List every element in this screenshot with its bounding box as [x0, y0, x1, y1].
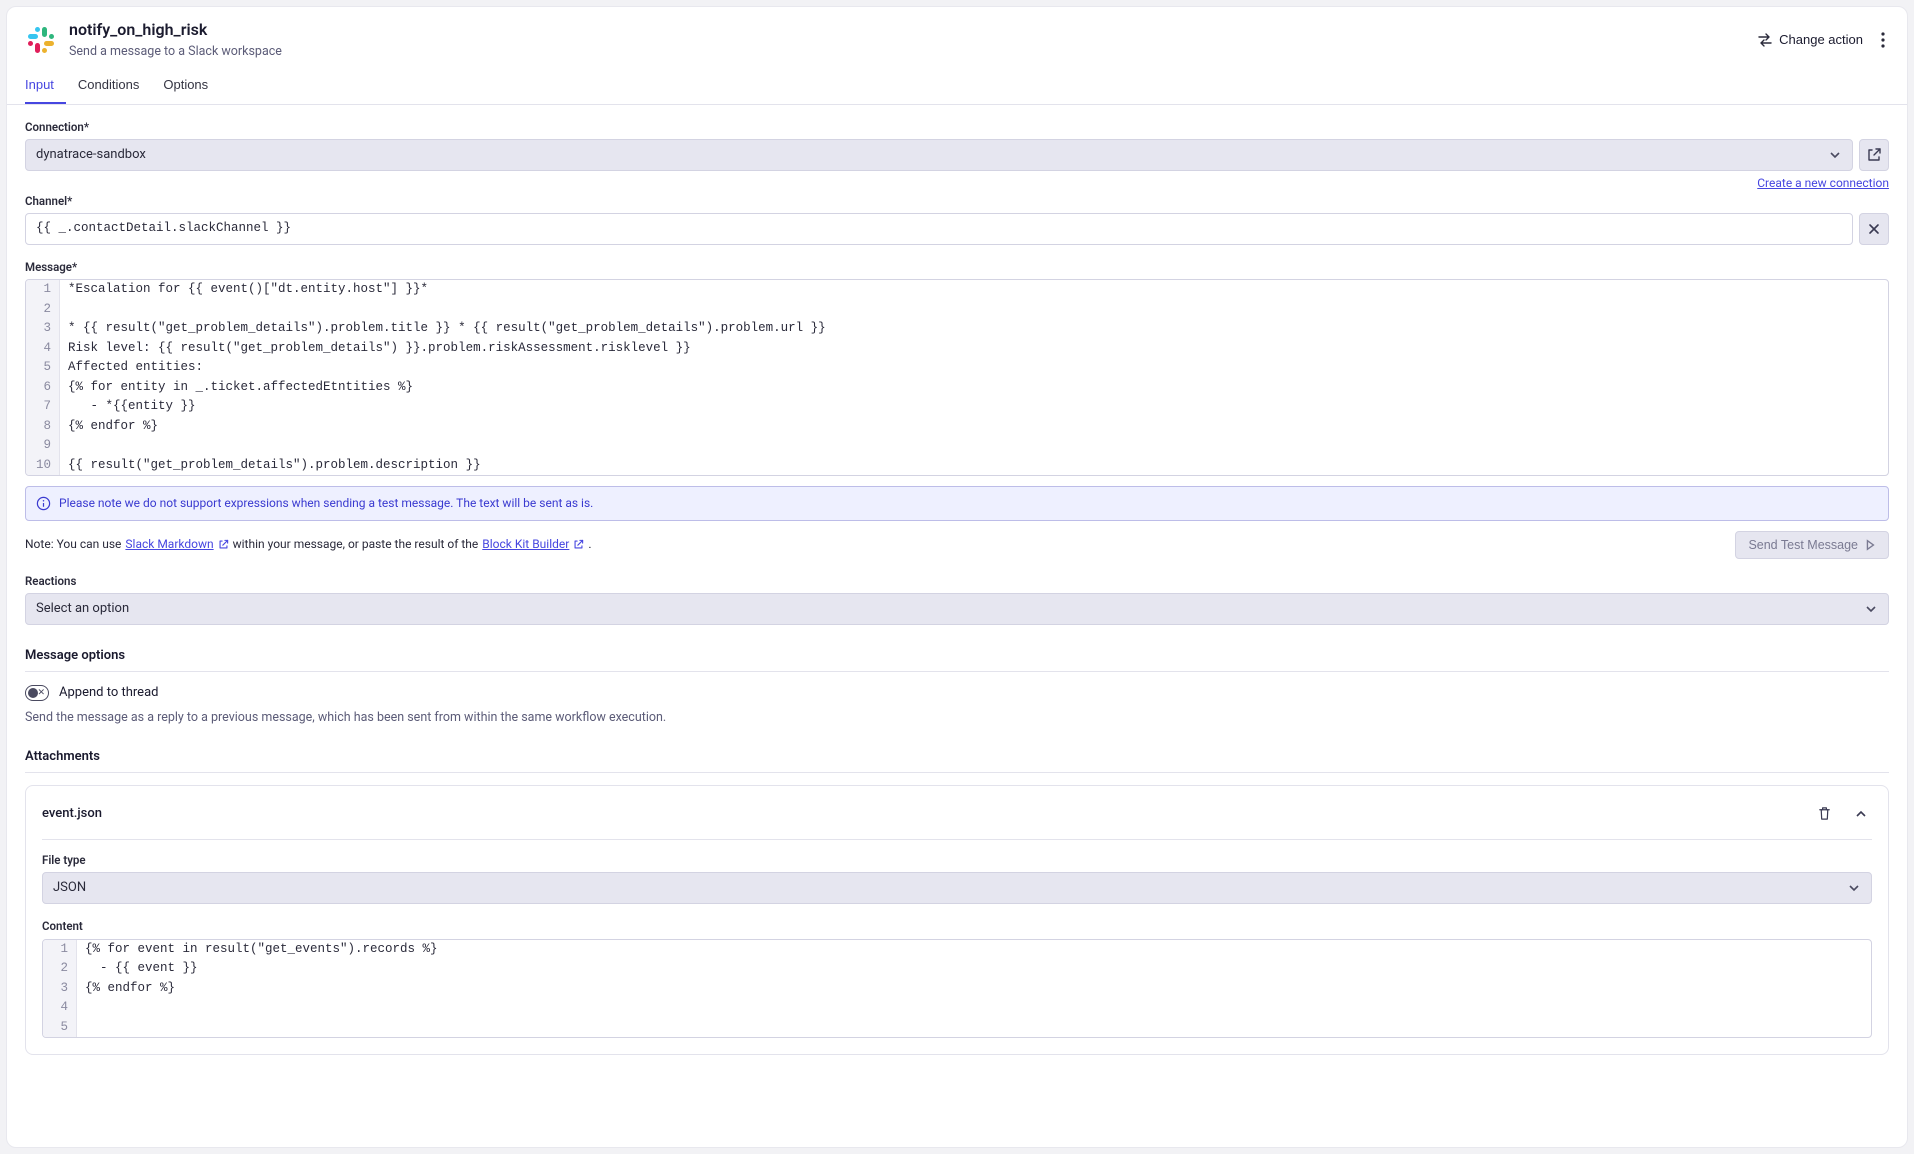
code-line[interactable]: 10{{ result("get_problem_details").probl…	[26, 456, 1888, 476]
collapse-attachment-button[interactable]	[1850, 803, 1872, 825]
connection-select[interactable]: dynatrace-sandbox	[25, 139, 1853, 171]
line-number: 8	[26, 417, 60, 437]
edit-external-icon	[1866, 147, 1882, 163]
action-config-panel: notify_on_high_risk Send a message to a …	[6, 6, 1908, 1148]
line-number: 2	[43, 959, 77, 979]
divider	[25, 671, 1889, 672]
code-line[interactable]: 1{% for event in result("get_events").re…	[43, 940, 1871, 960]
code-line[interactable]: 1*Escalation for {{ event()["dt.entity.h…	[26, 280, 1888, 300]
code-line[interactable]: 9	[26, 436, 1888, 456]
line-number: 5	[43, 1018, 77, 1038]
line-number: 1	[43, 940, 77, 960]
line-number: 5	[26, 358, 60, 378]
line-number: 1	[26, 280, 60, 300]
chevron-up-icon	[1854, 807, 1868, 821]
append-thread-label: Append to thread	[59, 684, 158, 702]
code-line[interactable]: 5	[43, 1018, 1871, 1038]
info-banner: Please note we do not support expression…	[25, 486, 1889, 521]
clear-channel-button[interactable]	[1859, 213, 1889, 245]
message-editor[interactable]: 1*Escalation for {{ event()["dt.entity.h…	[25, 279, 1889, 476]
trash-icon	[1817, 806, 1832, 821]
slack-markdown-link[interactable]: Slack Markdown	[125, 536, 228, 553]
tab-bar: Input Conditions Options	[7, 69, 1907, 105]
message-note: Note: You can use Slack Markdown within …	[25, 531, 1889, 559]
chevron-down-icon	[1847, 881, 1861, 895]
code-line[interactable]: 6{% for entity in _.ticket.affectedEtnti…	[26, 378, 1888, 398]
tab-options[interactable]: Options	[151, 69, 220, 104]
send-test-button[interactable]: Send Test Message	[1735, 531, 1889, 559]
divider	[25, 772, 1889, 773]
block-kit-link[interactable]: Block Kit Builder	[482, 536, 584, 553]
change-action-button[interactable]: Change action	[1757, 32, 1863, 47]
swap-icon	[1757, 33, 1773, 47]
content-label: Content	[42, 918, 1872, 934]
append-thread-desc: Send the message as a reply to a previou…	[25, 709, 1889, 727]
edit-connection-button[interactable]	[1859, 139, 1889, 171]
message-options-title: Message options	[25, 647, 1889, 665]
code-line[interactable]: 7 - *{{entity }}	[26, 397, 1888, 417]
line-number: 6	[26, 378, 60, 398]
slack-icon	[25, 24, 57, 56]
attachments-title: Attachments	[25, 748, 1889, 766]
more-menu-button[interactable]	[1877, 28, 1889, 52]
content-editor[interactable]: 1{% for event in result("get_events").re…	[42, 939, 1872, 1039]
code-line[interactable]: 2 - {{ event }}	[43, 959, 1871, 979]
close-icon	[1867, 222, 1881, 236]
action-title: notify_on_high_risk	[69, 19, 1757, 41]
code-line[interactable]: 8{% endfor %}	[26, 417, 1888, 437]
create-connection-link[interactable]: Create a new connection	[1757, 176, 1889, 190]
code-line[interactable]: 4	[43, 998, 1871, 1018]
chevron-down-icon	[1828, 148, 1842, 162]
line-number: 2	[26, 300, 60, 320]
line-number: 7	[26, 397, 60, 417]
line-number: 10	[26, 456, 60, 476]
code-line[interactable]: 4Risk level: {{ result("get_problem_deta…	[26, 339, 1888, 359]
message-label: Message*	[25, 259, 1889, 275]
code-line[interactable]: 3{% endfor %}	[43, 979, 1871, 999]
file-type-label: File type	[42, 852, 1872, 868]
attachment-item: event.json File type	[25, 785, 1889, 1055]
reactions-label: Reactions	[25, 573, 1889, 589]
append-thread-toggle[interactable]: ✕	[25, 685, 49, 701]
tab-conditions[interactable]: Conditions	[66, 69, 151, 104]
channel-label: Channel*	[25, 193, 1889, 209]
file-type-select[interactable]: JSON	[42, 872, 1872, 904]
line-number: 9	[26, 436, 60, 456]
line-number: 4	[26, 339, 60, 359]
action-subtitle: Send a message to a Slack workspace	[69, 43, 1757, 61]
code-line[interactable]: 3* {{ result("get_problem_details").prob…	[26, 319, 1888, 339]
attachment-name: event.json	[42, 805, 1813, 823]
chevron-down-icon	[1864, 602, 1878, 616]
panel-header: notify_on_high_risk Send a message to a …	[7, 7, 1907, 69]
connection-label: Connection*	[25, 119, 1889, 135]
kebab-icon	[1881, 32, 1885, 48]
code-line[interactable]: 2	[26, 300, 1888, 320]
tab-input[interactable]: Input	[25, 69, 66, 104]
toggle-off-icon: ✕	[37, 687, 45, 700]
code-line[interactable]: 5Affected entities:	[26, 358, 1888, 378]
info-icon	[36, 496, 51, 511]
line-number: 3	[26, 319, 60, 339]
reactions-select[interactable]: Select an option	[25, 593, 1889, 625]
channel-input[interactable]: {{ _.contactDetail.slackChannel }}	[25, 213, 1853, 245]
line-number: 3	[43, 979, 77, 999]
delete-attachment-button[interactable]	[1813, 802, 1836, 825]
line-number: 4	[43, 998, 77, 1018]
